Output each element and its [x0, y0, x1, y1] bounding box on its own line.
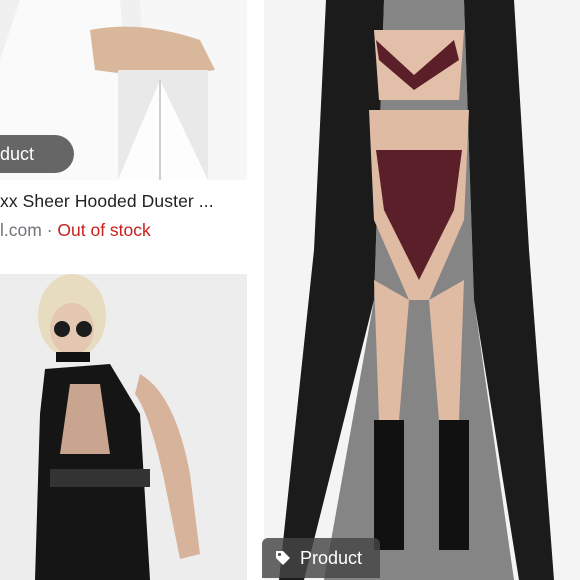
result-image-3[interactable] — [264, 0, 580, 580]
meta-separator: · — [46, 220, 53, 240]
result-source: l.com — [0, 220, 42, 240]
stock-status: Out of stock — [57, 220, 151, 240]
result-card-1[interactable]: duct xx Sheer Hooded Duster ... l.com · … — [0, 0, 247, 250]
product-badge: Product — [262, 538, 380, 578]
result-image-2[interactable] — [0, 274, 247, 580]
result-title[interactable]: xx Sheer Hooded Duster ... — [0, 191, 247, 212]
result-meta: l.com · Out of stock — [0, 220, 247, 241]
sheer-duster-photo — [264, 0, 580, 580]
product-badge-label: duct — [0, 143, 35, 164]
black-dress-photo — [0, 274, 247, 580]
product-badge: duct — [0, 135, 74, 173]
product-badge-label: Product — [300, 547, 363, 568]
tag-icon — [274, 549, 292, 567]
